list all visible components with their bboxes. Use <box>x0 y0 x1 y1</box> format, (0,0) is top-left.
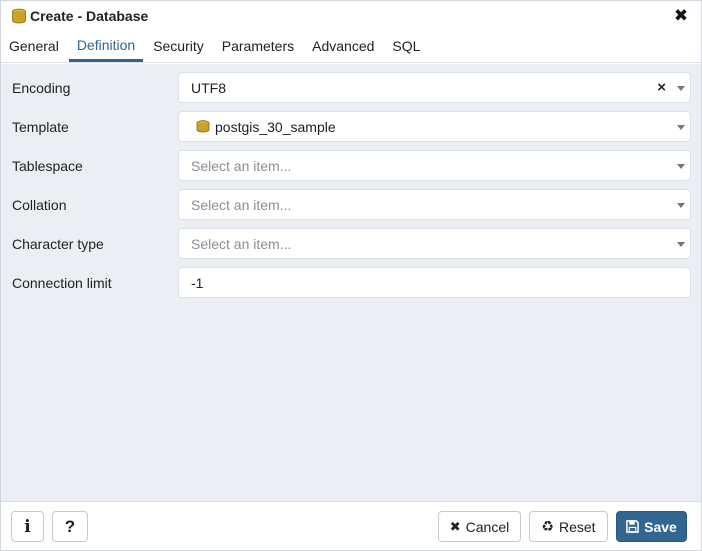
template-label: Template <box>12 119 69 135</box>
template-value: postgis_30_sample <box>215 118 336 135</box>
dialog-titlebar: Create - Database ✖ <box>1 1 701 31</box>
character-type-placeholder: Select an item... <box>191 235 292 252</box>
close-icon: ✖ <box>449 518 461 534</box>
tablespace-placeholder: Select an item... <box>191 157 292 174</box>
save-label: Save <box>644 518 677 535</box>
chevron-down-icon[interactable] <box>677 86 685 91</box>
tab-general[interactable]: General <box>1 31 67 62</box>
connection-limit-value: -1 <box>191 274 204 291</box>
chevron-down-icon[interactable] <box>677 125 685 130</box>
dialog-footer: i ? ✖ Cancel ♻ Reset Save <box>1 501 701 550</box>
encoding-value: UTF8 <box>191 79 226 96</box>
collation-select[interactable]: Select an item... <box>178 189 691 220</box>
clear-icon[interactable]: × <box>657 79 666 97</box>
help-icon: ? <box>64 516 76 536</box>
connection-limit-row: Connection limit -1 <box>1 267 701 299</box>
tablespace-select[interactable]: Select an item... <box>178 150 691 181</box>
tablespace-row: Tablespace Select an item... <box>1 150 701 182</box>
chevron-down-icon[interactable] <box>677 203 685 208</box>
cancel-label: Cancel <box>465 518 510 535</box>
close-icon[interactable]: ✖ <box>673 7 689 25</box>
collation-label: Collation <box>12 197 67 213</box>
tab-security[interactable]: Security <box>145 31 212 62</box>
connection-limit-input[interactable]: -1 <box>178 267 691 298</box>
database-icon <box>195 119 211 135</box>
save-icon <box>626 520 639 533</box>
chevron-down-icon[interactable] <box>677 164 685 169</box>
collation-row: Collation Select an item... <box>1 189 701 221</box>
tablespace-label: Tablespace <box>12 158 83 174</box>
dialog-title: Create - Database <box>30 8 149 24</box>
reset-button[interactable]: ♻ Reset <box>529 511 608 542</box>
definition-panel: Encoding UTF8 × Template postgis_30_samp… <box>1 64 701 501</box>
tab-definition[interactable]: Definition <box>68 31 144 62</box>
encoding-row: Encoding UTF8 × <box>1 72 701 104</box>
create-database-dialog: Create - Database ✖ General Definition S… <box>0 0 702 551</box>
encoding-label: Encoding <box>12 80 71 96</box>
template-row: Template postgis_30_sample <box>1 111 701 143</box>
tab-sql[interactable]: SQL <box>384 31 428 62</box>
cancel-button[interactable]: ✖ Cancel <box>438 511 521 542</box>
tab-advanced[interactable]: Advanced <box>304 31 382 62</box>
help-button[interactable]: ? <box>52 511 88 542</box>
info-button[interactable]: i <box>11 511 44 542</box>
character-type-label: Character type <box>12 236 104 252</box>
tab-bar: General Definition Security Parameters A… <box>1 31 701 63</box>
connection-limit-label: Connection limit <box>12 275 112 291</box>
reset-label: Reset <box>558 518 596 535</box>
template-select[interactable]: postgis_30_sample <box>178 111 691 142</box>
character-type-row: Character type Select an item... <box>1 228 701 260</box>
encoding-select[interactable]: UTF8 × <box>178 72 691 103</box>
save-button[interactable]: Save <box>616 511 687 542</box>
collation-placeholder: Select an item... <box>191 196 292 213</box>
tab-parameters[interactable]: Parameters <box>214 31 302 62</box>
chevron-down-icon[interactable] <box>677 242 685 247</box>
recycle-icon: ♻ <box>541 518 554 534</box>
character-type-select[interactable]: Select an item... <box>178 228 691 259</box>
info-icon: i <box>24 516 31 537</box>
database-icon <box>11 8 27 24</box>
